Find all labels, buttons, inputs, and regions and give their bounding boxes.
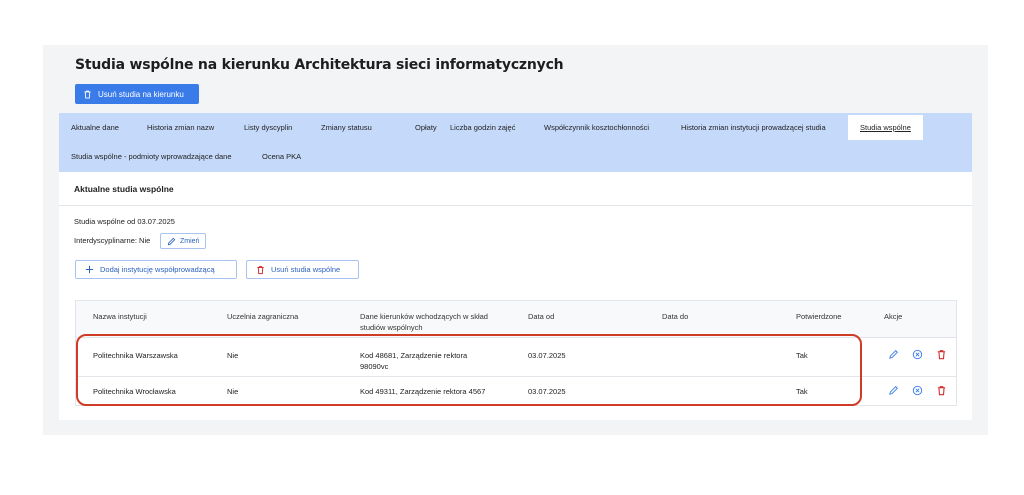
cell-date-from: 03.07.2025: [528, 387, 566, 396]
table-header: Nazwa instytucji Uczelnia zagraniczna Da…: [76, 301, 956, 338]
cancel-circle-icon[interactable]: [912, 349, 923, 360]
interdisciplinary-text: Interdyscyplinarne: Nie: [74, 236, 151, 245]
cell-foreign: Nie: [227, 351, 239, 360]
col-actions: Akcje: [884, 312, 903, 321]
cell-confirmed: Tak: [796, 351, 808, 360]
change-button[interactable]: Zmień: [160, 233, 207, 249]
joint-since-text: Studia wspólne od 03.07.2025: [74, 217, 175, 226]
cell-name: Politechnika Warszawska: [93, 351, 178, 360]
col-direction-details: Dane kierunków wchodzących w skład studi…: [360, 312, 488, 332]
trash-icon: [257, 265, 264, 274]
row-actions: [888, 385, 947, 396]
delete-icon[interactable]: [936, 349, 947, 360]
page-title: Studia wspólne na kierunku Architektura …: [75, 57, 564, 73]
main-frame: Studia wspólne na kierunku Architektura …: [43, 45, 988, 435]
remove-direction-button[interactable]: Usuń studia na kierunku: [75, 84, 199, 104]
trash-icon: [84, 90, 91, 99]
edit-icon[interactable]: [888, 385, 899, 396]
tab-discipline-lists[interactable]: Listy dyscyplin: [244, 123, 292, 132]
edit-icon[interactable]: [888, 349, 899, 360]
cell-confirmed: Tak: [796, 387, 808, 396]
tab-joint-studies-entities[interactable]: Studia wspólne - podmioty wprowadzające …: [71, 152, 232, 161]
delete-icon[interactable]: [936, 385, 947, 396]
cancel-circle-icon[interactable]: [912, 385, 923, 396]
joint-studies-panel: Aktualne studia wspólne Studia wspólne o…: [59, 172, 972, 420]
table-row: Politechnika Wrocławska Nie Kod 49311, Z…: [76, 377, 956, 405]
tab-status-changes[interactable]: Zmiany statusu: [321, 123, 372, 132]
cell-foreign: Nie: [227, 387, 239, 396]
cell-details: Kod 48681, Zarządzenie rektora 98090vc: [360, 351, 468, 371]
add-institution-label: Dodaj instytucję współprowadzącą: [100, 265, 215, 274]
pencil-icon: [167, 237, 176, 245]
remove-direction-label: Usuń studia na kierunku: [98, 89, 184, 99]
tab-class-hours[interactable]: Liczba godzin zajęć: [450, 123, 515, 132]
tab-current-data[interactable]: Aktualne dane: [71, 123, 119, 132]
col-date-to: Data do: [662, 312, 689, 321]
tab-fees[interactable]: Opłaty: [415, 123, 437, 132]
plus-icon: [85, 265, 94, 274]
col-foreign-university: Uczelnia zagraniczna: [227, 312, 299, 321]
tab-pka-rating[interactable]: Ocena PKA: [262, 152, 301, 161]
tab-institution-history[interactable]: Historia zmian instytucji prowadzącej st…: [681, 123, 826, 132]
row-actions: [888, 349, 947, 360]
cell-name: Politechnika Wrocławska: [93, 387, 176, 396]
panel-title: Aktualne studia wspólne: [74, 184, 174, 194]
panel-header: Aktualne studia wspólne: [59, 172, 972, 206]
tab-cost-coefficient[interactable]: Współczynnik kosztochłonności: [544, 123, 649, 132]
remove-joint-studies-label: Usuń studia wspólne: [271, 265, 341, 274]
tab-bar: Aktualne dane Historia zmian nazw Listy …: [59, 113, 972, 172]
change-label: Zmień: [180, 237, 200, 245]
col-date-from: Data od: [528, 312, 555, 321]
table-row: Politechnika Warszawska Nie Kod 48681, Z…: [76, 343, 956, 377]
col-confirmed: Potwierdzone: [796, 312, 842, 321]
tab-joint-studies[interactable]: Studia wspólne: [848, 115, 923, 140]
institutions-table: Nazwa instytucji Uczelnia zagraniczna Da…: [75, 300, 957, 406]
add-institution-button[interactable]: Dodaj instytucję współprowadzącą: [75, 260, 237, 279]
remove-joint-studies-button[interactable]: Usuń studia wspólne: [246, 260, 359, 279]
cell-details: Kod 49311, Zarządzenie rektora 4567: [360, 387, 486, 396]
col-institution-name: Nazwa instytucji: [93, 312, 147, 321]
cell-date-from: 03.07.2025: [528, 351, 566, 360]
tab-name-history[interactable]: Historia zmian nazw: [147, 123, 214, 132]
